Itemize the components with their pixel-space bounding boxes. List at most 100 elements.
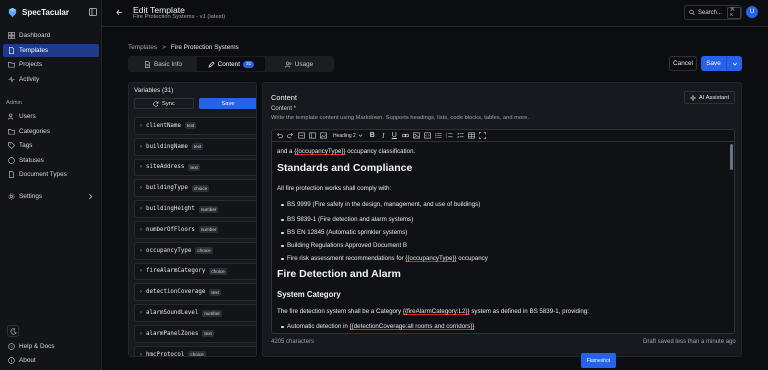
doc-list-item: BS 5839-1 (Fire detection and alarm syst… (280, 216, 414, 223)
search-button[interactable]: Search... ⌘ K (684, 5, 742, 20)
link-icon[interactable] (401, 132, 409, 139)
variable-row[interactable]: › occupancyType choice (134, 241, 256, 260)
editor-scrollbar[interactable] (730, 144, 733, 170)
editor-toolbar: Heading 2 B I U 12 (272, 130, 734, 142)
sidebar-item-document-types[interactable]: Document Types (3, 168, 99, 181)
cancel-button[interactable]: Cancel (669, 56, 697, 71)
sidebar-item-projects[interactable]: Projects (3, 58, 99, 71)
fullscreen-icon[interactable] (478, 132, 486, 139)
underline-icon[interactable]: U (391, 132, 398, 139)
sync-label: Sync (162, 100, 175, 107)
variable-row[interactable]: › buildingType choice (134, 179, 256, 198)
refresh-icon (153, 101, 159, 106)
doc-text: Fire risk assessment recommendations for (287, 255, 406, 262)
folder-icon (8, 62, 15, 68)
ai-assistant-button[interactable]: AI Assistant (684, 91, 735, 104)
variable-type-badge: choice (188, 351, 206, 357)
sidebar-item-label: Dashboard (19, 32, 51, 39)
brand[interactable]: SpecTacular (7, 7, 69, 18)
undo-icon[interactable] (276, 132, 283, 139)
tab-content[interactable]: Content 31 (197, 57, 265, 71)
save-options-dropdown[interactable] (726, 56, 742, 71)
ai-assistant-label: AI Assistant (698, 94, 730, 101)
chevron-right-icon: › (140, 185, 142, 192)
tab-bar: Basic Info Content 31 Usage (128, 56, 334, 72)
svg-text:?: ? (10, 344, 13, 349)
sidebar-item-categories[interactable]: Categories (3, 125, 99, 138)
heading-select[interactable]: Heading 2 (333, 133, 363, 139)
variable-row[interactable]: › alarmPanelZones text (134, 324, 256, 343)
sidebar-item-label: Settings (19, 193, 43, 200)
folder-icon (8, 128, 15, 134)
doc-heading-2: System Category (277, 290, 341, 299)
variable-row[interactable]: › alarmSoundLevel number (134, 304, 256, 322)
block-type-icon[interactable] (298, 132, 305, 139)
code-block-icon[interactable] (423, 132, 431, 139)
variable-name: buildingHeight (146, 206, 195, 213)
italic-icon[interactable]: I (380, 132, 387, 140)
placeholder-variable: {{fireAlarmCategory:L2}} (402, 308, 470, 315)
table-icon[interactable] (467, 132, 475, 139)
bullet-list-icon[interactable] (435, 132, 442, 139)
image-icon[interactable] (320, 132, 327, 139)
variable-name: hmcProtocol (146, 351, 185, 357)
tab-usage[interactable]: Usage (265, 57, 333, 71)
heading-select-value: Heading 2 (333, 132, 356, 139)
sidebar-item-help[interactable]: ? Help & Docs (3, 340, 99, 353)
tab-label: Basic Info (153, 60, 183, 68)
back-arrow-icon[interactable] (116, 9, 123, 16)
theme-toggle-button[interactable] (7, 325, 19, 337)
flameshot-button[interactable]: Flameshot (581, 353, 616, 368)
panel-icon[interactable] (309, 132, 316, 139)
variable-row[interactable]: › fireAlarmCategory choice (134, 262, 256, 281)
sidebar-item-tags[interactable]: Tags (3, 139, 99, 152)
doc-heading-1: Fire Detection and Alarm (277, 268, 401, 280)
variable-type-badge: choice (191, 184, 210, 192)
checklist-icon[interactable] (457, 132, 464, 139)
bold-icon[interactable]: B (369, 132, 376, 139)
sidebar-item-label: Projects (19, 61, 43, 68)
variable-row[interactable]: › hmcProtocol choice (134, 345, 256, 357)
variable-row[interactable]: › detectionCoverage text (134, 283, 256, 302)
avatar[interactable]: U (746, 6, 758, 18)
sidebar-item-activity[interactable]: Activity (3, 73, 99, 86)
variables-save-button[interactable]: Save (199, 98, 256, 109)
sidebar-item-dashboard[interactable]: Dashboard (3, 29, 99, 42)
sidebar-item-label: Activity (19, 75, 40, 83)
variable-row[interactable]: › clientName text (134, 117, 256, 135)
sidebar-item-label: Document Types (19, 171, 67, 178)
sidebar-item-templates[interactable]: Templates (3, 43, 99, 57)
admin-section-label: Admin (6, 100, 22, 106)
redo-icon[interactable] (287, 132, 294, 139)
sidebar-toggle-icon[interactable] (89, 8, 97, 16)
content-field-label: Content * (271, 106, 297, 112)
breadcrumb-current: Fire Protection Systems (170, 44, 239, 51)
sidebar-item-about[interactable]: About (3, 354, 99, 367)
save-button[interactable]: Save (701, 56, 742, 71)
sidebar-item-label: Statuses (19, 156, 44, 164)
variable-row[interactable]: › numberOfFloors number (134, 220, 256, 239)
svg-text:2: 2 (446, 137, 448, 139)
variable-name: numberOfFloors (146, 226, 195, 233)
variable-row[interactable]: › buildingHeight number (134, 200, 256, 218)
chevron-right-icon (89, 193, 93, 200)
placeholder-variable: {{occupancyType}} (405, 255, 457, 262)
variable-row[interactable]: › buildingName text (134, 137, 256, 156)
chevron-right-icon: › (140, 247, 142, 254)
sync-button[interactable]: Sync (134, 98, 194, 109)
editor-document[interactable]: and a {{occupancyType}} occupancy classi… (277, 144, 725, 333)
breadcrumb-templates[interactable]: Templates (128, 44, 157, 51)
sidebar-item-users[interactable]: Users (3, 110, 99, 123)
markdown-editor[interactable]: Heading 2 B I U 12 and a {{occupancyType… (271, 129, 735, 334)
variable-type-badge: text (188, 163, 200, 171)
sidebar-item-settings[interactable]: Settings (3, 190, 99, 203)
numbered-list-icon[interactable]: 12 (446, 132, 453, 139)
insert-image-icon[interactable] (412, 132, 420, 139)
sidebar-item-label: Tags (19, 142, 33, 149)
chevron-right-icon: › (140, 310, 142, 317)
chevron-right-icon: › (140, 122, 142, 129)
tab-basic-info[interactable]: Basic Info (129, 57, 197, 71)
page-subtitle: Fire Protection Systems - v1 (latest) (133, 14, 226, 20)
variable-row[interactable]: › siteAddress text (134, 158, 256, 177)
sidebar-item-statuses[interactable]: Statuses (3, 154, 99, 167)
